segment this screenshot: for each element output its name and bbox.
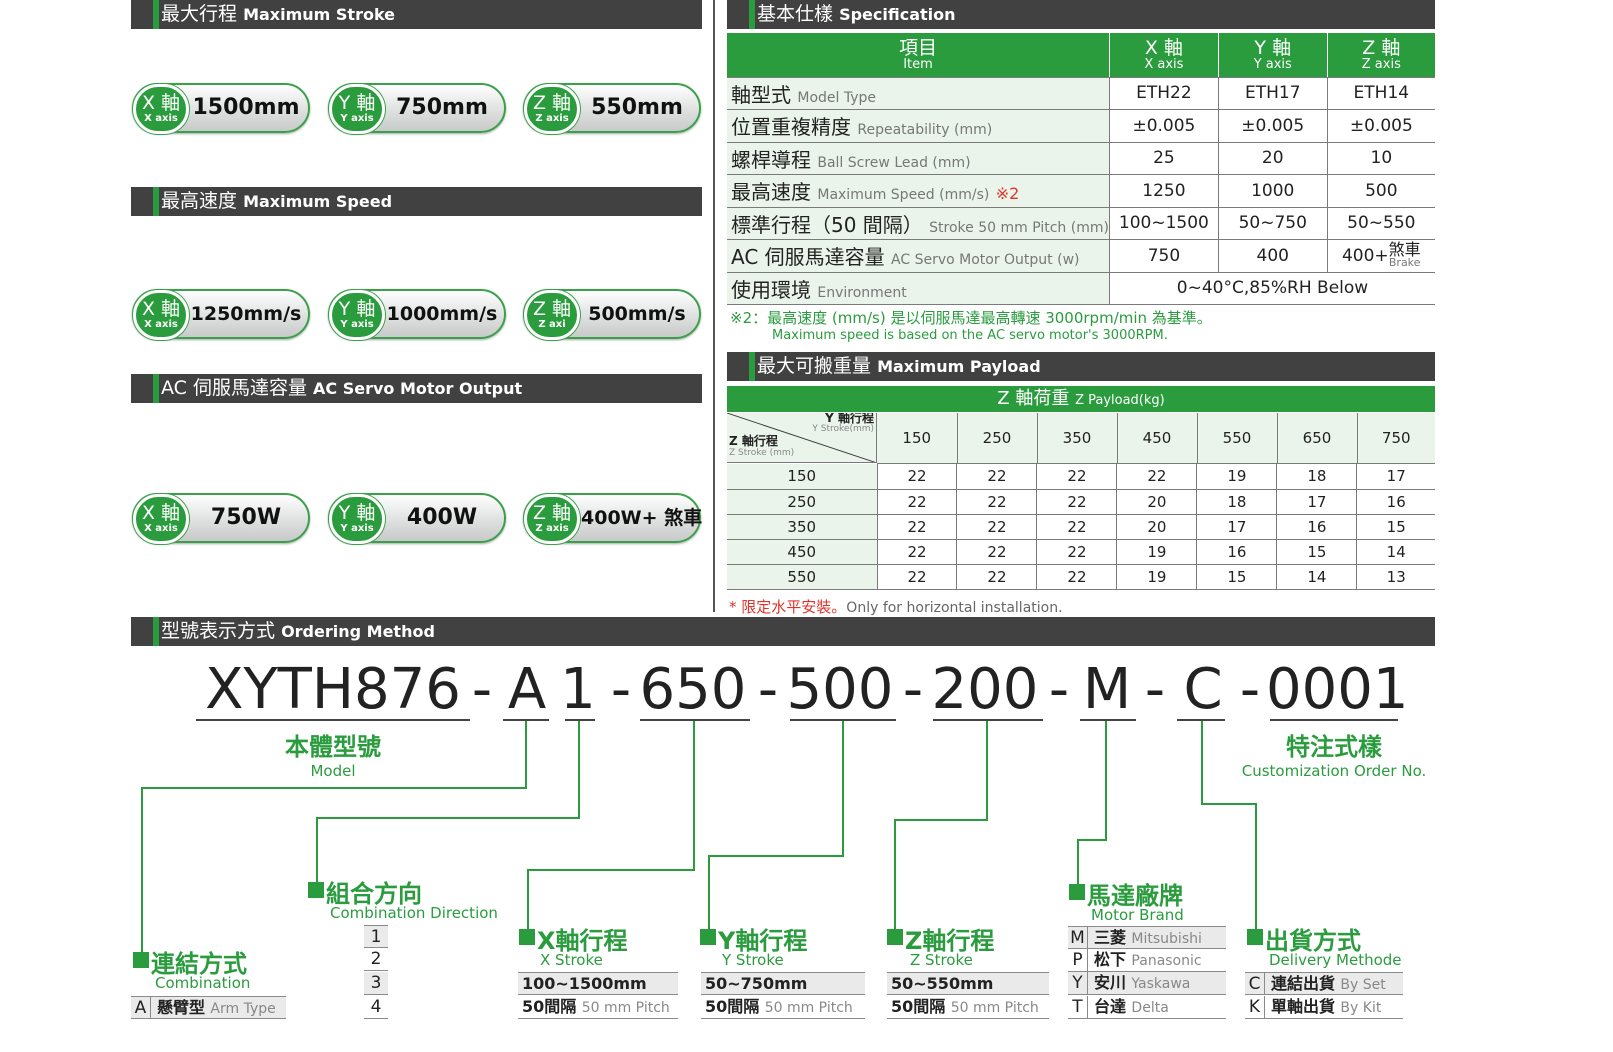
z-stroke-range: 50~550mm <box>887 972 1049 995</box>
code-dash: - <box>902 657 924 722</box>
pill-z-stroke: Z 軸Z axis 550mm <box>523 83 701 134</box>
pill-z-speed: Z 軸Z axi 500mm/s <box>523 289 701 340</box>
y-stroke-en: Y Stroke <box>722 951 784 969</box>
delivery-item: C 連結出貨 By Set <box>1245 972 1403 995</box>
section-specification: 基本仕樣 Specification <box>727 0 1435 29</box>
payload-row: 250 22 22 22 20 18 17 16 <box>727 489 1435 515</box>
spec-row: 最高速度 Maximum Speed (mm/s) ※2 1250 1000 500 <box>727 174 1435 208</box>
payload-note: * 限定水平安裝。Only for horizontal installatio… <box>729 598 1063 616</box>
section-max-payload: 最大可搬重量 Maximum Payload <box>727 352 1435 381</box>
code-y-stroke: 500 <box>786 657 894 722</box>
motor-en: Motor Brand <box>1091 906 1184 924</box>
motor-item: Y 安川 Yaskawa <box>1068 972 1226 995</box>
code-combination: A <box>507 657 547 722</box>
motor-item: T 台達 Delta <box>1068 996 1226 1019</box>
payload-table: 150 250 350 450 550 650 750 <box>877 413 1435 464</box>
direction-item: 3 <box>364 972 388 995</box>
pill-z-servo: Z 軸Z axis 400W+ 煞車 <box>523 493 702 544</box>
spec-row: AC 伺服馬達容量 AC Servo Motor Output (w) 750 40… <box>727 239 1435 273</box>
payload-row: 350 22 22 22 20 17 16 15 <box>727 514 1435 540</box>
spec-row: 螺桿導程 Ball Screw Lead (mm) 25 20 10 <box>727 142 1435 175</box>
payload-corner: Y 軸行程 Y Stroke(mm) Z 軸行程 Z Stroke (mm) <box>727 413 877 463</box>
spec-note: ※2：最高速度 (mm/s) 是以伺服馬達最高轉速 3000rpm/min 為基… <box>730 309 1212 343</box>
direction-item: 1 <box>364 925 388 948</box>
payload-row: 450 22 22 22 19 16 15 14 <box>727 539 1435 565</box>
combination-en: Combination <box>155 974 251 992</box>
column-divider <box>713 0 715 612</box>
spec-table: 項目 Item X 軸X axis Y 軸Y axis Z 軸Z axis 軸型式… <box>727 33 1435 305</box>
y-stroke-pitch: 50間隔 50 mm Pitch <box>701 996 865 1019</box>
spec-row: 位置重複精度 Repeatability (mm) ±0.005 ±0.005 ±0.… <box>727 109 1435 143</box>
pill-x-speed: X 軸X axis 1250mm/s <box>132 289 310 340</box>
section-ordering: 型號表示方式 Ordering Method <box>131 617 1435 646</box>
x-stroke-pitch: 50間隔 50 mm Pitch <box>518 996 678 1019</box>
code-dash: - <box>757 657 779 722</box>
pill-y-speed: Y 軸Y axis 1000mm/s <box>328 289 506 340</box>
section-max-stroke: 最大行程 Maximum Stroke <box>131 0 702 29</box>
code-dash: - <box>471 657 493 722</box>
custom-label: 特注式樣 Customization Order No. <box>1241 733 1427 780</box>
x-stroke-en: X Stroke <box>540 951 603 969</box>
z-stroke-en: Z Stroke <box>910 951 973 969</box>
section-servo-output: AC 伺服馬達容量 AC Servo Motor Output <box>131 374 702 403</box>
section-max-speed: 最高速度 Maximum Speed <box>131 187 702 216</box>
spec-row-env: 使用環境 Environment 0~40°C,85%RH Below <box>727 272 1435 305</box>
motor-item: P 松下 Panasonic <box>1068 949 1226 972</box>
code-z-stroke: 200 <box>931 657 1039 722</box>
code-dash: - <box>1239 657 1261 722</box>
code-motor: M <box>1082 657 1132 722</box>
code-direction: 1 <box>560 657 596 722</box>
code-dash: - <box>610 657 632 722</box>
direction-en: Combination Direction <box>330 904 498 922</box>
y-stroke-range: 50~750mm <box>701 972 865 995</box>
code-delivery: C <box>1183 657 1223 722</box>
pill-x-stroke: X 軸X axis 1500mm <box>132 83 310 134</box>
code-custom: 0001 <box>1266 657 1409 722</box>
payload-rows: 150 22 22 22 22 19 18 17 250 22 22 22 20 18 17 16 350 2… <box>727 464 1435 590</box>
model-label: 本體型號 Model <box>285 733 381 780</box>
direction-item: 4 <box>364 996 388 1019</box>
combination-item: A 懸臂型 Arm Type <box>131 996 286 1019</box>
delivery-en: Delivery Methode <box>1269 951 1402 969</box>
spec-row: 標準行程（50 間隔） Stroke 50 mm Pitch (mm) 100~1… <box>727 207 1435 240</box>
pill-x-servo: X 軸X axis 750W <box>132 493 310 544</box>
code-dash: - <box>1144 657 1166 722</box>
spec-row: 軸型式 Model Type ETH22 ETH17 ETH14 <box>727 77 1435 110</box>
direction-item: 2 <box>364 948 388 971</box>
delivery-item: K 單軸出貨 By Kit <box>1245 996 1403 1019</box>
pill-y-stroke: Y 軸Y axis 750mm <box>328 83 506 134</box>
z-stroke-pitch: 50間隔 50 mm Pitch <box>887 996 1049 1019</box>
code-model: XYTH876 <box>205 657 461 722</box>
code-x-stroke: 650 <box>639 657 747 722</box>
payload-row: 150 22 22 22 22 19 18 17 <box>727 464 1435 490</box>
x-stroke-range: 100~1500mm <box>518 972 678 995</box>
pill-y-servo: Y 軸Y axis 400W <box>328 493 506 544</box>
payload-row: 550 22 22 22 19 15 14 13 <box>727 564 1435 590</box>
code-dash: - <box>1048 657 1070 722</box>
payload-title: Z 軸荷重 Z Payload(kg) <box>727 386 1435 412</box>
motor-item: M 三菱 Mitsubishi <box>1068 926 1226 949</box>
